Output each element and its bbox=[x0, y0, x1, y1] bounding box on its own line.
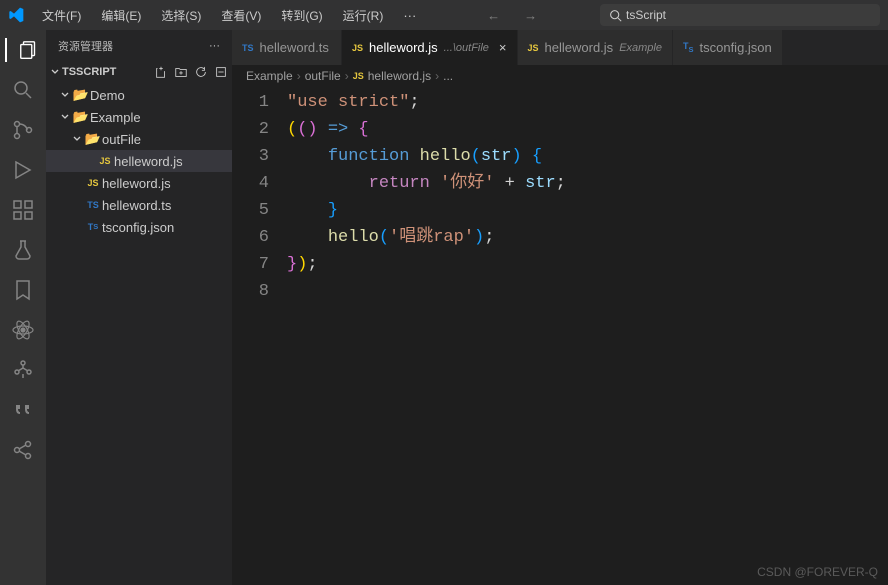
tree-file-helleword-ts[interactable]: TS helleword.ts bbox=[46, 194, 232, 216]
activity-testing-icon[interactable] bbox=[11, 238, 35, 262]
tree-file-helleword-js-out[interactable]: JS helleword.js bbox=[46, 150, 232, 172]
activity-explorer-icon[interactable] bbox=[5, 38, 40, 62]
new-folder-icon[interactable] bbox=[174, 65, 188, 79]
crumb-outfile[interactable]: outFile bbox=[305, 69, 341, 83]
js-file-icon: JS bbox=[528, 43, 539, 53]
tree-folder-outfile[interactable]: 📂 outFile bbox=[46, 128, 232, 150]
editor-group: TS helleword.ts JS helleword.js ...\outF… bbox=[232, 30, 888, 585]
ts-file-icon: TS bbox=[84, 222, 102, 232]
command-center[interactable]: tsScript bbox=[600, 4, 880, 26]
search-text: tsScript bbox=[626, 8, 666, 22]
tab-helleword-js-example[interactable]: JS helleword.js Example bbox=[518, 30, 673, 65]
code-content[interactable]: "use strict"; (() => { function hello(st… bbox=[287, 87, 888, 585]
activity-debug-icon[interactable] bbox=[11, 158, 35, 182]
folder-icon: 📂 bbox=[84, 131, 102, 147]
crumb-more[interactable]: ... bbox=[443, 69, 453, 83]
close-icon[interactable]: × bbox=[499, 40, 507, 55]
nav-forward-icon[interactable]: → bbox=[520, 6, 541, 25]
js-file-icon: JS bbox=[352, 43, 363, 53]
search-icon bbox=[609, 9, 622, 22]
refresh-icon[interactable] bbox=[194, 65, 208, 79]
menu-edit[interactable]: 编辑(E) bbox=[93, 3, 149, 28]
js-file-icon: JS bbox=[84, 178, 102, 188]
line-gutter: 12345678 bbox=[232, 87, 287, 585]
activity-react-icon[interactable] bbox=[11, 318, 35, 342]
chevron-right-icon: › bbox=[345, 69, 349, 83]
ts-file-icon: TS bbox=[242, 43, 254, 53]
activity-bar bbox=[0, 30, 46, 585]
folder-icon: 📂 bbox=[72, 87, 90, 103]
sidebar: 资源管理器 ··· TSSCRIPT 📂 Demo 📂 Example bbox=[46, 30, 232, 585]
tab-helleword-js-outfile[interactable]: JS helleword.js ...\outFile × bbox=[342, 30, 518, 65]
menu-view[interactable]: 查看(V) bbox=[213, 3, 269, 28]
vscode-logo-icon bbox=[8, 7, 24, 23]
editor-body[interactable]: 12345678 "use strict"; (() => { function… bbox=[232, 87, 888, 585]
project-name: TSSCRIPT bbox=[62, 66, 116, 78]
new-file-icon[interactable] bbox=[154, 65, 168, 79]
activity-tree-icon[interactable] bbox=[11, 358, 35, 382]
menu-run[interactable]: 运行(R) bbox=[335, 3, 392, 28]
folder-icon: 📂 bbox=[72, 109, 90, 125]
tree-folder-example[interactable]: 📂 Example bbox=[46, 106, 232, 128]
activity-quote-icon[interactable] bbox=[11, 398, 35, 422]
watermark: CSDN @FOREVER-Q bbox=[757, 565, 878, 579]
menu-goto[interactable]: 转到(G) bbox=[273, 3, 330, 28]
menu-more-icon[interactable]: ··· bbox=[395, 4, 424, 27]
sidebar-title: 资源管理器 bbox=[58, 38, 113, 54]
js-file-icon: JS bbox=[96, 156, 114, 166]
js-file-icon: JS bbox=[353, 71, 364, 81]
menu-file[interactable]: 文件(F) bbox=[34, 3, 89, 28]
menu-select[interactable]: 选择(S) bbox=[153, 3, 209, 28]
activity-extensions-icon[interactable] bbox=[11, 198, 35, 222]
titlebar: 文件(F) 编辑(E) 选择(S) 查看(V) 转到(G) 运行(R) ··· … bbox=[0, 0, 888, 30]
project-header[interactable]: TSSCRIPT bbox=[46, 62, 232, 82]
ts-file-icon: TS bbox=[683, 41, 694, 54]
tree-file-helleword-js[interactable]: JS helleword.js bbox=[46, 172, 232, 194]
nav-back-icon[interactable]: ← bbox=[483, 6, 504, 25]
activity-scm-icon[interactable] bbox=[11, 118, 35, 142]
activity-share-icon[interactable] bbox=[11, 438, 35, 462]
chevron-right-icon: › bbox=[297, 69, 301, 83]
sidebar-header: 资源管理器 ··· bbox=[46, 30, 232, 62]
sidebar-more-icon[interactable]: ··· bbox=[209, 40, 220, 52]
collapse-icon[interactable] bbox=[214, 65, 228, 79]
tab-helleword-ts[interactable]: TS helleword.ts bbox=[232, 30, 342, 65]
tab-tsconfig[interactable]: TS tsconfig.json bbox=[673, 30, 783, 65]
ts-file-icon: TS bbox=[84, 200, 102, 210]
crumb-example[interactable]: Example bbox=[246, 69, 293, 83]
tree-file-tsconfig[interactable]: TS tsconfig.json bbox=[46, 216, 232, 238]
tree-folder-demo[interactable]: 📂 Demo bbox=[46, 84, 232, 106]
activity-search-icon[interactable] bbox=[11, 78, 35, 102]
breadcrumbs[interactable]: Example › outFile › JS helleword.js › ..… bbox=[232, 65, 888, 87]
crumb-file[interactable]: helleword.js bbox=[368, 69, 431, 83]
chevron-right-icon: › bbox=[435, 69, 439, 83]
activity-bookmark-icon[interactable] bbox=[11, 278, 35, 302]
tabs-bar: TS helleword.ts JS helleword.js ...\outF… bbox=[232, 30, 888, 65]
